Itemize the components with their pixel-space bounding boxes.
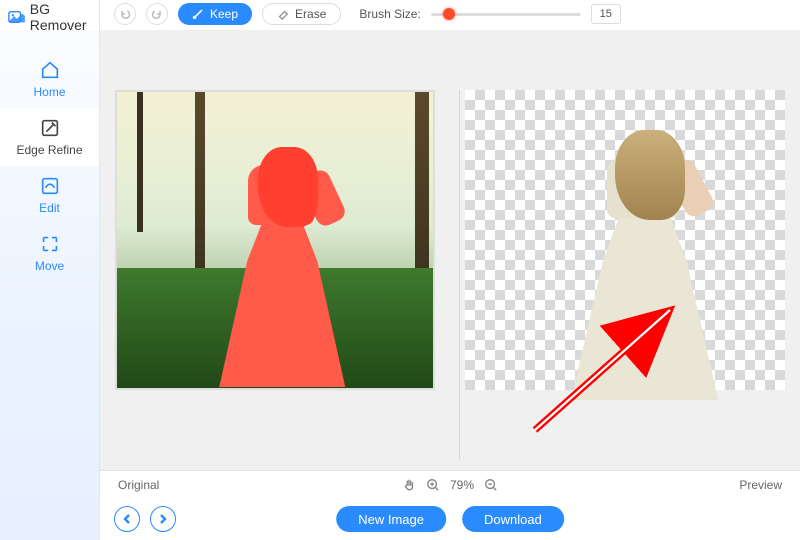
erase-label: Erase — [295, 7, 326, 21]
move-icon — [39, 233, 61, 255]
sidebar-item-label: Move — [35, 259, 64, 273]
cutout-subject — [565, 130, 725, 400]
sidebar-item-label: Home — [33, 85, 65, 99]
original-label: Original — [118, 478, 159, 492]
sidebar-item-label: Edge Refine — [16, 143, 82, 157]
edge-refine-icon — [39, 117, 61, 139]
eraser-icon — [277, 8, 289, 20]
preview-label: Preview — [739, 478, 782, 492]
sidebar-tabs: Home Edge Refine Edit Move — [0, 30, 99, 540]
sidebar-item-move[interactable]: Move — [0, 224, 99, 282]
preview-panel — [459, 90, 791, 460]
brush-keep-icon — [192, 8, 204, 20]
next-image-button[interactable] — [150, 506, 176, 532]
download-label: Download — [484, 512, 542, 527]
bottom-bar: New Image Download — [100, 498, 800, 540]
chevron-right-icon — [157, 513, 169, 525]
app-logo: BG Remover — [0, 0, 99, 30]
zoom-in-icon[interactable] — [426, 478, 440, 492]
brush-size-slider[interactable] — [431, 6, 581, 22]
sidebar: BG Remover Home Edge Refine Edit Move — [0, 0, 100, 540]
pan-icon[interactable] — [402, 478, 416, 492]
redo-button[interactable] — [146, 3, 168, 25]
prev-image-button[interactable] — [114, 506, 140, 532]
erase-button[interactable]: Erase — [262, 3, 341, 25]
new-image-label: New Image — [358, 512, 424, 527]
undo-button[interactable] — [114, 3, 136, 25]
zoom-controls: 79% — [402, 478, 498, 492]
redo-icon — [151, 8, 163, 20]
app-name: BG Remover — [30, 1, 95, 33]
download-button[interactable]: Download — [462, 506, 564, 532]
chevron-left-icon — [121, 513, 133, 525]
toolbar: Keep Erase Brush Size: 15 — [100, 0, 800, 30]
workspace — [100, 30, 800, 470]
sidebar-item-edge-refine[interactable]: Edge Refine — [0, 108, 99, 166]
status-bar: Original 79% Preview — [100, 470, 800, 498]
original-image[interactable] — [115, 90, 435, 390]
slider-thumb[interactable] — [443, 8, 455, 20]
keep-label: Keep — [210, 7, 238, 21]
brush-size-value: 15 — [591, 4, 621, 24]
brush-size-label: Brush Size: — [359, 7, 420, 21]
zoom-out-icon[interactable] — [484, 478, 498, 492]
sidebar-item-label: Edit — [39, 201, 60, 215]
keep-mask-overlay — [212, 147, 352, 387]
zoom-percent: 79% — [450, 478, 474, 492]
sidebar-item-edit[interactable]: Edit — [0, 166, 99, 224]
sidebar-item-home[interactable]: Home — [0, 50, 99, 108]
main: Keep Erase Brush Size: 15 — [100, 0, 800, 540]
home-icon — [39, 59, 61, 81]
original-panel — [110, 90, 441, 460]
app-logo-icon — [8, 9, 26, 25]
preview-image[interactable] — [465, 90, 785, 390]
edit-icon — [39, 175, 61, 197]
new-image-button[interactable]: New Image — [336, 506, 446, 532]
undo-icon — [119, 8, 131, 20]
keep-button[interactable]: Keep — [178, 3, 252, 25]
